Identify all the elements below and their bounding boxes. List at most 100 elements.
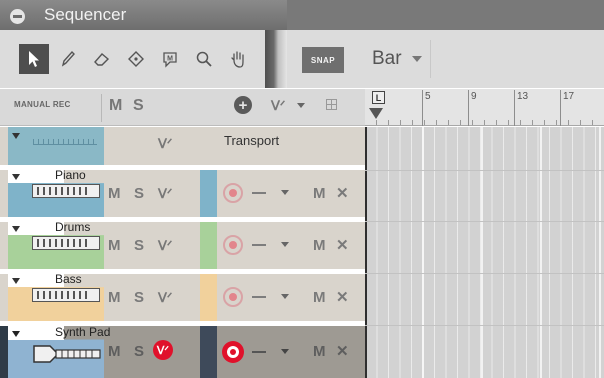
track-options-dropdown-icon[interactable] bbox=[281, 242, 289, 247]
ruler-bar-number: 5 bbox=[425, 91, 431, 102]
collapse-triangle-icon[interactable] bbox=[12, 278, 20, 284]
track-mute-button[interactable]: M bbox=[108, 185, 121, 202]
svg-text:M: M bbox=[167, 56, 173, 63]
track-solo-button[interactable]: S bbox=[134, 185, 144, 202]
ruler-ticks bbox=[365, 120, 604, 125]
eraser-tool-button[interactable] bbox=[87, 44, 117, 74]
mute-tool-icon: M bbox=[163, 52, 177, 68]
hand-icon bbox=[231, 51, 244, 68]
track-color-strip bbox=[200, 222, 217, 269]
input-monitor-icon[interactable] bbox=[252, 296, 266, 298]
track-automation-active-icon[interactable]: ᐯᐟ bbox=[153, 340, 173, 360]
track-mute-button-2[interactable]: M bbox=[313, 289, 326, 306]
lane-divider bbox=[365, 221, 604, 222]
instrument-keyboard-icon[interactable] bbox=[32, 344, 104, 364]
track-options-dropdown-icon[interactable] bbox=[281, 349, 289, 354]
arrange-grid[interactable] bbox=[365, 127, 604, 378]
header-mute-all[interactable]: M bbox=[109, 97, 122, 115]
instrument-keyboard-icon[interactable] bbox=[32, 184, 100, 198]
track-solo-button[interactable]: S bbox=[134, 237, 144, 254]
snap-value-label: Bar bbox=[372, 48, 402, 69]
input-monitor-icon[interactable] bbox=[252, 192, 266, 194]
collapse-triangle-icon[interactable] bbox=[12, 133, 20, 139]
title-bar-right-extension bbox=[287, 0, 604, 30]
track-name[interactable]: Bass bbox=[55, 272, 82, 286]
track-options-dropdown-icon[interactable] bbox=[281, 190, 289, 195]
lane-divider bbox=[365, 170, 604, 171]
track-mute-button-2[interactable]: M bbox=[313, 237, 326, 254]
playhead-marker-icon[interactable] bbox=[369, 108, 383, 119]
collapse-triangle-icon[interactable] bbox=[12, 226, 20, 232]
mute-tool-button[interactable]: M bbox=[155, 44, 185, 74]
instrument-keyboard-icon[interactable] bbox=[32, 236, 100, 250]
lane-divider bbox=[365, 273, 604, 274]
plus-icon: + bbox=[238, 96, 248, 114]
track-name[interactable]: Synth Pad bbox=[55, 325, 110, 339]
transport-ruler-graphic bbox=[33, 139, 97, 145]
delete-track-icon[interactable]: ✕ bbox=[336, 342, 349, 360]
track-solo-button[interactable]: S bbox=[134, 289, 144, 306]
ruler-bar-number: 13 bbox=[517, 91, 529, 102]
automation-icon[interactable]: ᐯᐟ bbox=[271, 98, 285, 114]
track-options-dropdown-icon[interactable] bbox=[281, 294, 289, 299]
track-mute-button-2[interactable]: M bbox=[313, 185, 326, 202]
hand-tool-button[interactable] bbox=[223, 44, 253, 74]
manual-rec-toggle[interactable]: MANUAL REC bbox=[14, 100, 71, 109]
window-title: Sequencer bbox=[44, 5, 127, 24]
track-mute-button[interactable]: M bbox=[108, 237, 121, 254]
playhead-line bbox=[365, 127, 367, 378]
magnify-icon bbox=[196, 51, 212, 67]
transport-automation-icon[interactable]: ᐯᐟ bbox=[158, 136, 172, 152]
arrow-tool-button[interactable] bbox=[19, 44, 49, 74]
record-arm-button[interactable] bbox=[223, 287, 243, 307]
input-monitor-icon[interactable] bbox=[252, 351, 266, 353]
selection-edge bbox=[0, 326, 8, 378]
delete-track-icon[interactable]: ✕ bbox=[336, 184, 349, 202]
snap-button[interactable]: SNAP bbox=[302, 47, 344, 73]
track-mute-button[interactable]: M bbox=[108, 289, 121, 306]
delete-track-icon[interactable]: ✕ bbox=[336, 236, 349, 254]
header-solo-all[interactable]: S bbox=[133, 97, 144, 115]
add-track-button[interactable]: + bbox=[234, 96, 252, 114]
chevron-down-icon bbox=[411, 56, 422, 62]
loop-left-marker[interactable]: L bbox=[372, 91, 385, 104]
track-color-strip bbox=[200, 170, 217, 217]
track-automation-icon[interactable]: ᐯᐟ bbox=[158, 290, 172, 306]
track-automation-icon[interactable]: ᐯᐟ bbox=[158, 186, 172, 202]
transport-label: Transport bbox=[224, 133, 280, 148]
track-color-strip bbox=[200, 326, 217, 378]
track-color-strip bbox=[200, 274, 217, 321]
razor-tool-button[interactable] bbox=[121, 44, 151, 74]
track-solo-button[interactable]: S bbox=[134, 343, 144, 360]
track-automation-icon[interactable]: ᐯᐟ bbox=[158, 238, 172, 254]
header-divider bbox=[101, 94, 102, 122]
collapse-triangle-icon[interactable] bbox=[12, 174, 20, 180]
toolbar-divider[interactable] bbox=[265, 30, 287, 88]
track-name[interactable]: Drums bbox=[55, 220, 90, 234]
automation-dropdown-icon[interactable] bbox=[297, 103, 305, 108]
magnify-tool-button[interactable] bbox=[189, 44, 219, 74]
delete-track-icon[interactable]: ✕ bbox=[336, 288, 349, 306]
razor-icon bbox=[128, 51, 144, 67]
lane-divider bbox=[365, 325, 604, 326]
track-mute-button[interactable]: M bbox=[108, 343, 121, 360]
track-name[interactable]: Piano bbox=[55, 168, 86, 182]
instrument-keyboard-icon[interactable] bbox=[32, 288, 100, 302]
record-arm-button-armed[interactable] bbox=[222, 341, 244, 363]
record-arm-button[interactable] bbox=[223, 183, 243, 203]
collapse-icon[interactable] bbox=[10, 9, 25, 24]
title-bar: Sequencer bbox=[0, 0, 604, 30]
transport-color-strip bbox=[8, 127, 104, 165]
grid-icon[interactable] bbox=[326, 99, 337, 110]
track-mute-button-2[interactable]: M bbox=[313, 343, 326, 360]
eraser-icon bbox=[94, 53, 110, 66]
collapse-triangle-icon[interactable] bbox=[12, 331, 20, 337]
record-arm-button[interactable] bbox=[223, 235, 243, 255]
arrow-icon bbox=[29, 51, 39, 67]
ruler-bar-number: 17 bbox=[563, 91, 575, 102]
pencil-tool-button[interactable] bbox=[53, 44, 83, 74]
pencil-icon bbox=[61, 50, 75, 67]
snap-value-select[interactable]: Bar bbox=[364, 40, 431, 78]
input-monitor-icon[interactable] bbox=[252, 244, 266, 246]
ruler-bar-number: 9 bbox=[471, 91, 477, 102]
